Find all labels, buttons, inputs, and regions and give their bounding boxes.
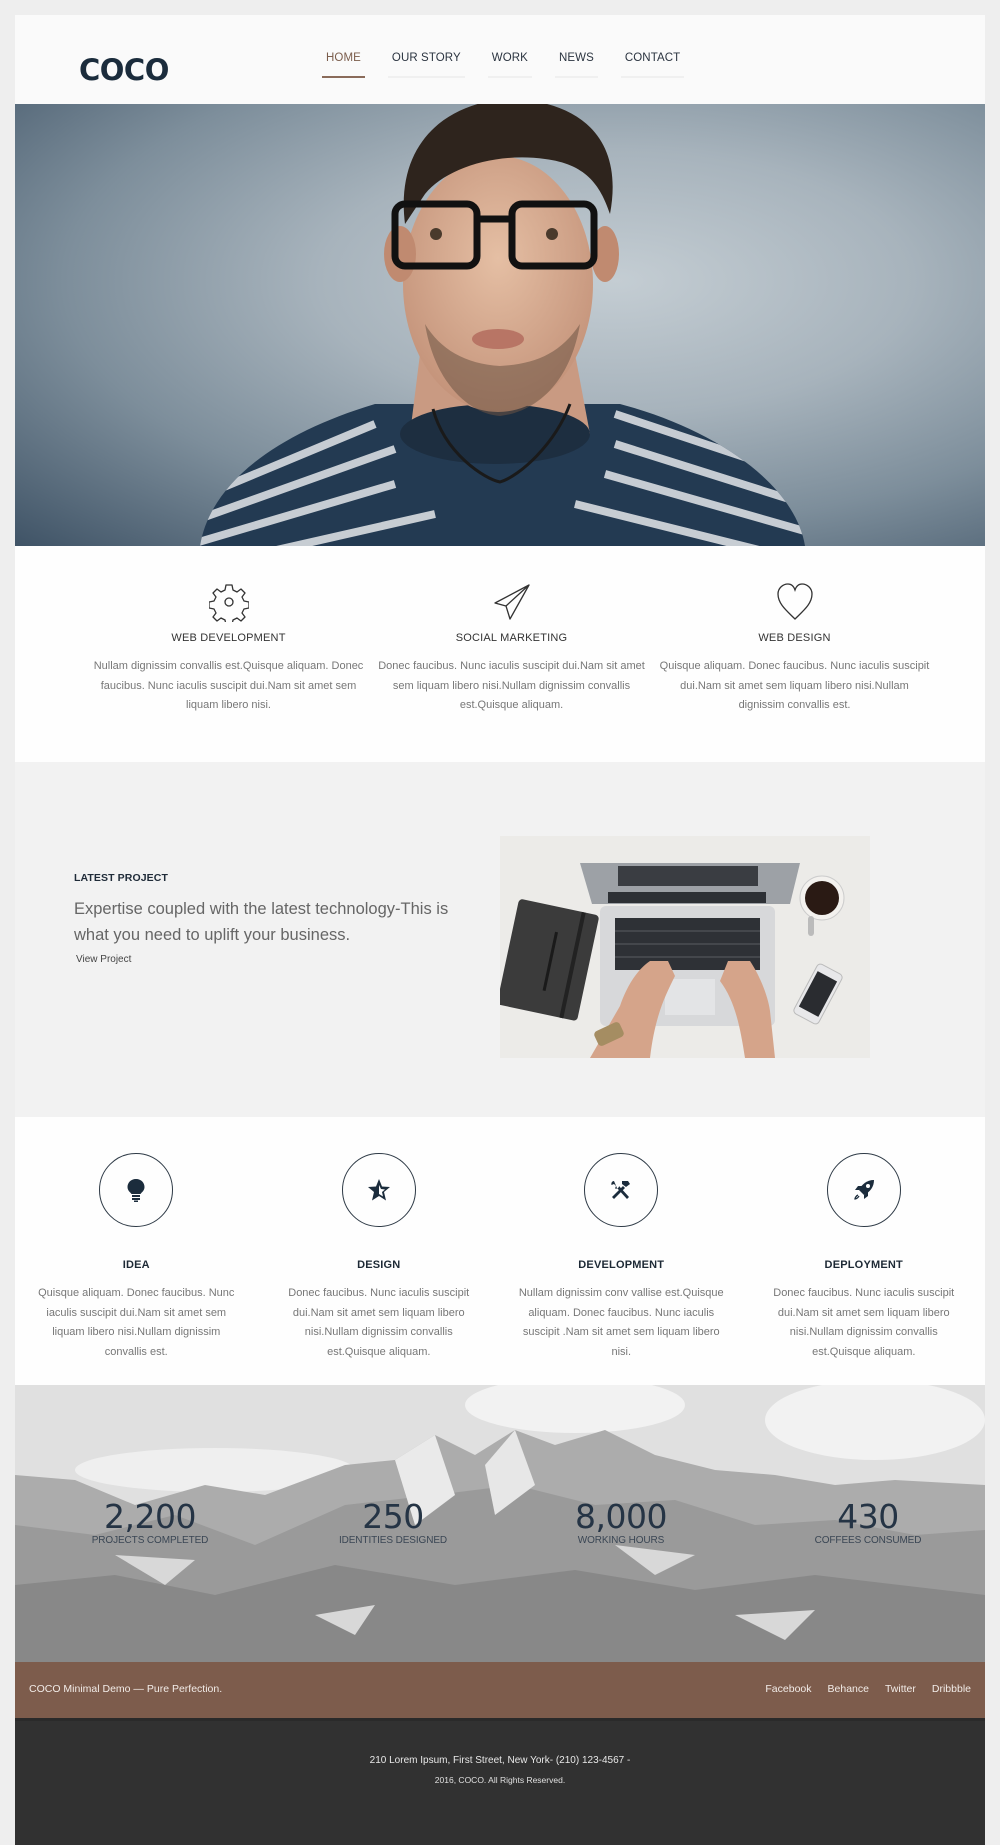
site-header: COCO HOME OUR STORY WORK NEWS CONTACT xyxy=(15,15,985,104)
process-title: DESIGN xyxy=(357,1259,401,1271)
nav-our-story[interactable]: OUR STORY xyxy=(387,52,465,78)
nav-contact[interactable]: CONTACT xyxy=(620,52,685,78)
services-section: WEB DEVELOPMENT Nullam dignissim convall… xyxy=(15,546,985,762)
service-web-design: WEB DESIGN Quisque aliquam. Donec faucib… xyxy=(653,546,936,762)
logo[interactable]: COCO xyxy=(79,53,169,87)
dribbble-link[interactable]: Dribbble xyxy=(932,1683,971,1695)
process-title: IDEA xyxy=(122,1259,150,1271)
footer-address: 210 Lorem Ipsum, First Street, New York-… xyxy=(369,1755,631,1766)
service-social-marketing: SOCIAL MARKETING Donec faucibus. Nunc ia… xyxy=(370,546,653,762)
service-title: WEB DESIGN xyxy=(758,632,831,644)
star-icon xyxy=(367,1179,390,1201)
process-text: Nullam dignissim conv vallise est.Quisqu… xyxy=(518,1287,724,1358)
stats-section: 2,200 PROJECTS COMPLETED 250 IDENTITIES … xyxy=(15,1385,985,1662)
footer-main: 210 Lorem Ipsum, First Street, New York-… xyxy=(15,1718,985,1845)
process-text: Quisque aliquam. Donec faucibus. Nunc ia… xyxy=(38,1287,235,1358)
paper-plane-icon xyxy=(370,582,653,622)
stat-value: 8,000 xyxy=(575,1497,667,1536)
process-section: IDEA Quisque aliquam. Donec faucibus. Nu… xyxy=(15,1117,985,1385)
nav-work[interactable]: WORK xyxy=(487,52,533,78)
stat-hours: 8,000 WORKING HOURS xyxy=(546,1497,696,1547)
latest-project-image xyxy=(500,836,870,1058)
stat-coffees: 430 COFFEES CONSUMED xyxy=(788,1497,948,1547)
behance-link[interactable]: Behance xyxy=(828,1683,869,1695)
footer-copyright: 2016, COCO. All Rights Reserved. xyxy=(434,1775,566,1785)
stat-projects: 2,200 PROJECTS COMPLETED xyxy=(75,1497,225,1547)
view-project-link[interactable]: View Project xyxy=(76,954,131,965)
portrait-illustration xyxy=(200,104,805,546)
process-title: DEVELOPMENT xyxy=(578,1259,665,1271)
design-circle xyxy=(341,1153,416,1227)
stat-label: COFFEES CONSUMED xyxy=(814,1535,922,1546)
process-text: Donec faucibus. Nunc iaculis suscipit du… xyxy=(773,1287,955,1358)
latest-project-heading: Expertise coupled with the latest techno… xyxy=(74,900,449,944)
hero-image xyxy=(15,104,985,546)
service-text: Nullam dignissim convallis est.Quisque a… xyxy=(93,660,364,711)
stat-label: IDENTITIES DESIGNED xyxy=(338,1535,448,1546)
nav-home[interactable]: HOME xyxy=(322,52,365,78)
idea-circle xyxy=(99,1153,174,1227)
tools-icon xyxy=(611,1181,631,1199)
heart-icon xyxy=(653,582,936,622)
stat-label: PROJECTS COMPLETED xyxy=(91,1535,209,1546)
process-deployment: DEPLOYMENT Donec faucibus. Nunc iaculis … xyxy=(743,1117,986,1385)
process-text: Donec faucibus. Nunc iaculis suscipit du… xyxy=(288,1287,470,1358)
process-idea: IDEA Quisque aliquam. Donec faucibus. Nu… xyxy=(15,1117,258,1385)
service-title: WEB DEVELOPMENT xyxy=(171,632,286,644)
process-design: DESIGN Donec faucibus. Nunc iaculis susc… xyxy=(258,1117,501,1385)
latest-project-label: LATEST PROJECT xyxy=(74,872,168,884)
service-text: Donec faucibus. Nunc iaculis suscipit du… xyxy=(378,660,645,711)
stat-value: 430 xyxy=(837,1497,899,1536)
service-title: SOCIAL MARKETING xyxy=(455,632,568,644)
stat-value: 250 xyxy=(362,1497,424,1536)
stat-label: WORKING HOURS xyxy=(577,1535,665,1546)
development-circle xyxy=(584,1153,659,1227)
deployment-circle xyxy=(826,1153,901,1227)
service-web-development: WEB DEVELOPMENT Nullam dignissim convall… xyxy=(87,546,370,762)
footer-tagline: COCO Minimal Demo — Pure Perfection. xyxy=(29,1683,223,1695)
process-development: DEVELOPMENT Nullam dignissim conv vallis… xyxy=(500,1117,743,1385)
rocket-icon xyxy=(854,1180,874,1200)
twitter-link[interactable]: Twitter xyxy=(885,1683,916,1695)
footer-bar: COCO Minimal Demo — Pure Perfection. Fac… xyxy=(15,1662,985,1718)
lightbulb-icon xyxy=(127,1179,145,1202)
stat-identities: 250 IDENTITIES DESIGNED xyxy=(318,1497,468,1547)
process-title: DEPLOYMENT xyxy=(824,1259,903,1271)
page: COCO HOME OUR STORY WORK NEWS CONTACT WE… xyxy=(15,15,985,1845)
facebook-link[interactable]: Facebook xyxy=(765,1683,811,1695)
latest-project-section: LATEST PROJECT Expertise coupled with th… xyxy=(15,762,985,1117)
stat-value: 2,200 xyxy=(104,1497,196,1536)
social-links: Facebook Behance Twitter Dribbble xyxy=(749,1683,971,1695)
main-nav: HOME OUR STORY WORK NEWS CONTACT xyxy=(322,52,711,78)
nav-news[interactable]: NEWS xyxy=(554,52,598,78)
service-text: Quisque aliquam. Donec faucibus. Nunc ia… xyxy=(659,660,930,711)
gear-icon xyxy=(87,582,370,622)
